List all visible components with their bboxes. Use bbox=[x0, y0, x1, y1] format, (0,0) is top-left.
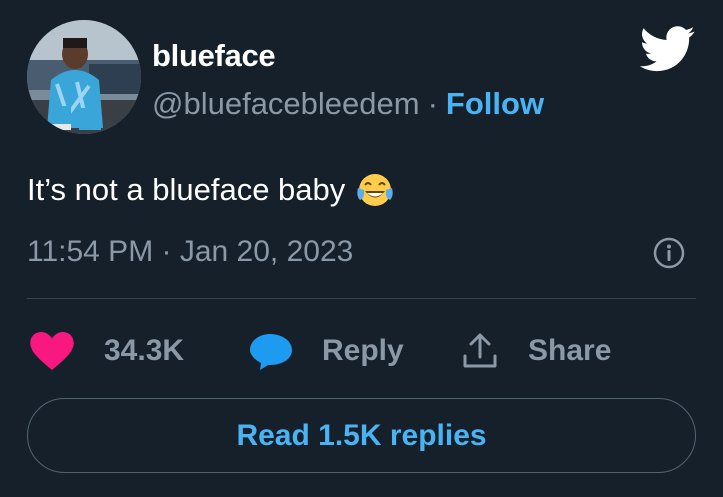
face-with-tears-of-joy-icon bbox=[357, 174, 393, 206]
like-button[interactable]: 34.3K bbox=[30, 330, 184, 372]
display-name[interactable]: blueface bbox=[152, 38, 276, 74]
tweet-card: blueface @bluefacebleedem · Follow It’s no… bbox=[0, 0, 723, 497]
reply-bubble-icon bbox=[250, 334, 292, 370]
heart-icon bbox=[30, 332, 74, 370]
like-count: 34.3K bbox=[104, 334, 185, 367]
handle-row: @bluefacebleedem · Follow bbox=[152, 86, 544, 122]
share-icon bbox=[463, 333, 497, 368]
tweet-text: It’s not a blueface baby bbox=[27, 172, 346, 207]
tweet-text-row: It’s not a blueface baby bbox=[27, 170, 395, 210]
read-replies-button[interactable]: Read 1.5K replies bbox=[27, 398, 696, 473]
tweet-timestamp[interactable]: 11:54 PM · Jan 20, 2023 bbox=[27, 235, 353, 269]
reply-button[interactable]: Reply bbox=[250, 330, 404, 372]
handle[interactable]: @bluefacebleedem bbox=[152, 86, 420, 121]
follow-link[interactable]: Follow bbox=[446, 86, 544, 121]
share-label: Share bbox=[528, 334, 612, 367]
info-icon[interactable] bbox=[652, 236, 686, 270]
divider bbox=[27, 298, 696, 299]
twitter-bird-icon[interactable] bbox=[640, 26, 696, 72]
share-button[interactable]: Share bbox=[460, 330, 611, 372]
reply-label: Reply bbox=[322, 334, 404, 367]
avatar[interactable] bbox=[27, 20, 141, 134]
separator: · bbox=[427, 86, 438, 121]
